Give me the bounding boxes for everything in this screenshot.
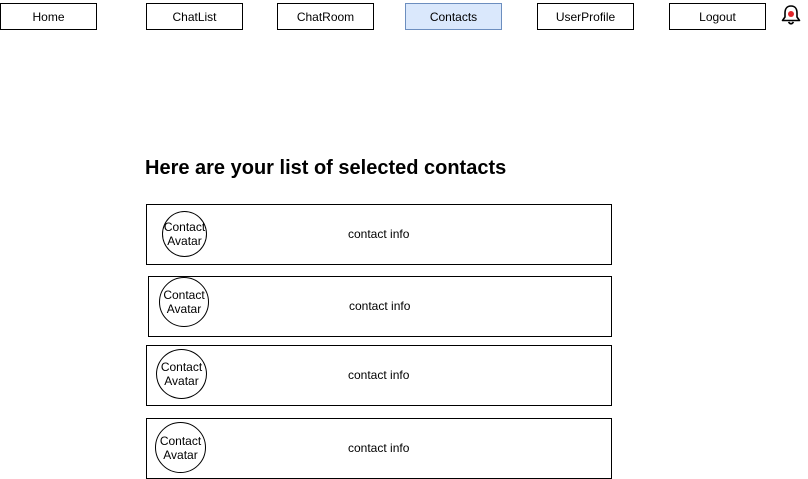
contact-info: contact info [349,299,411,313]
nav-chatroom-button[interactable]: ChatRoom [277,3,374,30]
contact-info: contact info [348,227,410,241]
nav-chatlist-button[interactable]: ChatList [146,3,243,30]
nav-userprofile-button[interactable]: UserProfile [537,3,634,30]
contact-avatar: Contact Avatar [156,349,207,399]
contact-info: contact info [348,441,410,455]
nav-contacts-button[interactable]: Contacts [405,3,502,30]
bell-icon[interactable] [779,3,803,27]
nav-logout-button[interactable]: Logout [669,3,766,30]
page-title: Here are your list of selected contacts [145,157,507,179]
contact-avatar: Contact Avatar [162,211,207,257]
contact-info: contact info [348,368,410,382]
contact-avatar: Contact Avatar [159,277,209,327]
contact-avatar: Contact Avatar [155,422,206,473]
nav-home-button[interactable]: Home [0,3,97,30]
